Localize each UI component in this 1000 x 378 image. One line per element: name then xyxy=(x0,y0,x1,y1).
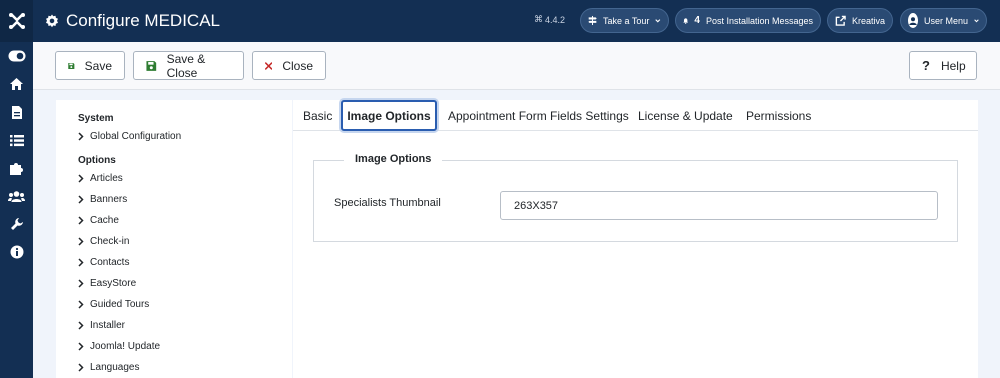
chevron-right-icon xyxy=(78,279,84,288)
admin-sidebar-rail xyxy=(0,0,33,378)
list-item-label: Articles xyxy=(90,173,123,184)
version-text: 4.4.2 xyxy=(545,14,566,25)
save-label: Save xyxy=(84,58,112,73)
user-menu-button[interactable]: User Menu xyxy=(900,8,987,33)
version-badge: ⌘ 4.4.2 xyxy=(534,14,565,25)
menus-list-icon[interactable] xyxy=(0,126,33,154)
chevron-right-icon xyxy=(78,342,84,351)
chevron-down-icon xyxy=(974,18,979,22)
chevron-right-icon xyxy=(78,132,84,141)
messages-label: Post Installation Messages xyxy=(705,15,813,26)
list-item-label: Banners xyxy=(90,194,128,205)
user-menu-label: User Menu xyxy=(924,15,969,26)
toggle-menu-icon[interactable] xyxy=(0,42,33,70)
list-item-easystore[interactable]: EasyStore xyxy=(78,278,136,289)
chevron-right-icon xyxy=(78,258,84,267)
chevron-right-icon xyxy=(78,174,84,183)
users-icon[interactable] xyxy=(0,182,33,210)
list-item-label: EasyStore xyxy=(90,278,137,289)
save-close-label: Save & Close xyxy=(166,51,206,80)
list-item-label: Guided Tours xyxy=(90,299,150,310)
list-item-installer[interactable]: Installer xyxy=(78,320,125,331)
joomla-small-icon: ⌘ xyxy=(534,14,543,24)
chevron-right-icon xyxy=(78,195,84,204)
list-item-articles[interactable]: Articles xyxy=(78,173,123,184)
list-item-contacts[interactable]: Contacts xyxy=(78,257,129,268)
chevron-right-icon xyxy=(78,363,84,372)
image-options-fieldset: Image Options Specialists Thumbnail 263X… xyxy=(313,153,958,242)
tab-image-options[interactable]: Image Options xyxy=(341,100,437,131)
take-tour-label: Take a Tour xyxy=(603,15,650,26)
components-puzzle-icon[interactable] xyxy=(0,154,33,182)
options-heading: Options xyxy=(78,155,116,166)
signpost-icon xyxy=(588,15,597,26)
list-item-cache[interactable]: Cache xyxy=(78,215,119,226)
tab-permissions[interactable]: Permissions xyxy=(746,100,811,131)
close-label: Close xyxy=(282,58,313,73)
list-item-check-in[interactable]: Check-in xyxy=(78,236,129,247)
help-info-icon[interactable] xyxy=(0,238,33,266)
help-button[interactable]: ? Help xyxy=(909,51,977,80)
list-item-label: Installer xyxy=(90,320,126,331)
save-disk-icon xyxy=(68,62,75,69)
chevron-right-icon xyxy=(78,321,84,330)
messages-count: 4 xyxy=(694,15,700,26)
joomla-logo-icon xyxy=(8,13,25,29)
list-item-global-configuration[interactable]: Global Configuration xyxy=(78,131,181,142)
list-item-label: Check-in xyxy=(90,236,130,247)
take-tour-button[interactable]: Take a Tour xyxy=(580,8,669,33)
save-close-button[interactable]: Save & Close xyxy=(133,51,244,80)
tab-license-update[interactable]: License & Update xyxy=(638,100,733,131)
tab-appointment-form-fields-settings[interactable]: Appointment Form Fields Settings xyxy=(448,100,629,131)
top-header: Configure MEDICAL ⌘ 4.4.2 Take a Tour 4 … xyxy=(33,0,1000,42)
post-installation-messages-button[interactable]: 4 Post Installation Messages xyxy=(675,8,821,33)
home-icon[interactable] xyxy=(0,70,33,98)
bell-icon xyxy=(683,17,689,24)
save-button[interactable]: Save xyxy=(55,51,125,80)
list-item-languages[interactable]: Languages xyxy=(78,362,140,373)
list-item-label: Cache xyxy=(90,215,119,226)
options-form-panel: Basic Image Options Appointment Form Fie… xyxy=(293,100,978,378)
system-heading: System xyxy=(78,113,114,124)
external-link-icon xyxy=(835,15,846,26)
chevron-down-icon xyxy=(655,18,661,22)
close-x-icon xyxy=(265,61,273,70)
specialists-thumbnail-label: Specialists Thumbnail xyxy=(334,197,441,209)
page-title-text: Configure MEDICAL xyxy=(66,11,221,30)
page-title: Configure MEDICAL xyxy=(45,0,220,42)
site-label: Kreativa xyxy=(851,15,885,26)
list-item-banners[interactable]: Banners xyxy=(78,194,127,205)
site-link-button[interactable]: Kreativa xyxy=(827,8,893,33)
list-item-joomla-update[interactable]: Joomla! Update xyxy=(78,341,160,352)
tab-bar: Basic Image Options Appointment Form Fie… xyxy=(293,100,978,131)
system-wrench-icon[interactable] xyxy=(0,210,33,238)
gear-icon xyxy=(46,14,58,28)
chevron-right-icon xyxy=(78,216,84,225)
chevron-right-icon xyxy=(78,300,84,309)
list-item-label: Joomla! Update xyxy=(90,341,161,352)
list-item-guided-tours[interactable]: Guided Tours xyxy=(78,299,149,310)
list-item-label: Contacts xyxy=(90,257,130,268)
question-icon: ? xyxy=(922,58,930,73)
list-item-label: Languages xyxy=(90,362,140,373)
joomla-logo[interactable] xyxy=(0,0,33,42)
list-item-label: Global Configuration xyxy=(90,131,182,142)
fieldset-legend: Image Options xyxy=(344,153,443,165)
user-avatar-icon xyxy=(908,13,918,28)
content-file-icon[interactable] xyxy=(0,98,33,126)
save-disk-icon xyxy=(146,60,157,71)
component-list-panel: System Global Configuration Options Arti… xyxy=(56,100,292,378)
close-button[interactable]: Close xyxy=(252,51,326,80)
specialists-thumbnail-input[interactable]: 263X357 xyxy=(500,191,938,220)
toolbar: Save Save & Close Close ? Help xyxy=(33,42,1000,90)
help-label: Help xyxy=(940,58,966,73)
chevron-right-icon xyxy=(78,237,84,246)
tab-basic[interactable]: Basic xyxy=(303,100,332,131)
